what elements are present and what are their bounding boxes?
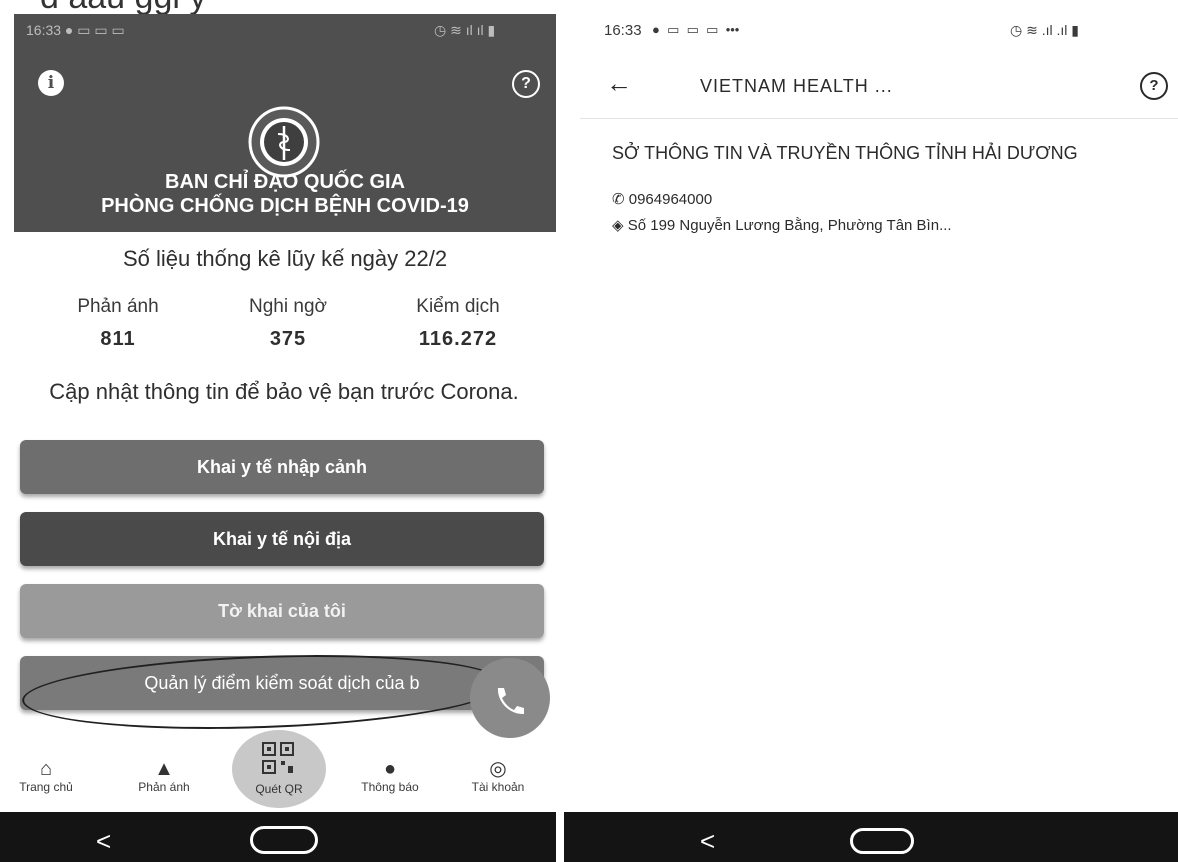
- account-icon: ◎: [489, 758, 507, 780]
- system-home-icon[interactable]: [250, 826, 318, 854]
- warning-icon: ▲: [154, 758, 174, 780]
- phone-icon: ✆: [612, 191, 625, 208]
- header-title-line1: BAN CHỈ ĐẠO QUỐC GIA: [165, 171, 405, 193]
- system-back-icon[interactable]: <: [700, 826, 715, 857]
- nav-label-home: Trang chủ: [19, 780, 73, 794]
- status-notification-icons: ● ▭ ▭ ▭ •••: [652, 22, 739, 38]
- zalo-icon: ▭: [686, 22, 699, 37]
- domestic-declaration-button[interactable]: Khai y tế nội địa: [20, 512, 544, 566]
- stats-title: Số liệu thống kê lũy kế ngày 22/2: [122, 246, 448, 271]
- nav-label-account: Tài khoản: [471, 780, 525, 794]
- chat-icon: ●: [652, 22, 660, 37]
- contact-phone: 0964964000: [628, 191, 713, 208]
- stat-value-suspected: 375: [269, 328, 307, 350]
- nav-label-notifications: Thông báo: [361, 780, 419, 794]
- back-arrow-icon[interactable]: ←: [606, 68, 632, 99]
- more-notifications: •••: [725, 22, 740, 37]
- help-icon[interactable]: ?: [1140, 72, 1168, 100]
- stat-label-suspected: Nghi ngờ: [249, 296, 327, 317]
- header-title-line2: PHÒNG CHỐNG DỊCH BỆNH COVID-19: [101, 195, 469, 217]
- status-time: 16:33: [604, 22, 642, 39]
- contact-address-row[interactable]: ◈ Số 199 Nguyễn Lương Bằng, Phường Tân B…: [612, 216, 952, 234]
- nav-item-account[interactable]: ◎ Tài khoản: [448, 758, 548, 794]
- nav-item-notifications[interactable]: ● Thông báo: [340, 758, 440, 794]
- zalo-icon: ▭: [667, 22, 680, 37]
- call-fab-button[interactable]: [470, 658, 550, 738]
- entry-declaration-button[interactable]: Khai y tế nhập cảnh: [20, 440, 544, 494]
- cropped-top-text: ɑ aáu ggi y: [0, 0, 560, 14]
- header-title: BAN CHỈ ĐẠO QUỐC GIA PHÒNG CHỐNG DỊCH BỆ…: [14, 170, 556, 218]
- scan-qr-label: Quét QR: [255, 782, 303, 796]
- page-title: VIETNAM HEALTH ...: [700, 76, 893, 96]
- location-pin-icon: ◈: [612, 217, 624, 234]
- stat-label-quarantine: Kiểm dịch: [416, 296, 500, 317]
- zalo-icon: ▭: [706, 22, 719, 37]
- stat-label-reports: Phản ánh: [77, 296, 159, 317]
- contact-phone-row[interactable]: ✆ 0964964000: [612, 190, 712, 208]
- scan-qr-button[interactable]: Quét QR: [232, 730, 326, 808]
- system-back-icon[interactable]: <: [96, 826, 111, 857]
- contact-org-name: SỞ THÔNG TIN VÀ TRUYỀN THÔNG TỈNH HẢI DƯ…: [612, 143, 1078, 163]
- contact-address: Số 199 Nguyễn Lương Bằng, Phường Tân Bìn…: [627, 217, 952, 234]
- qr-code-icon: [262, 742, 294, 774]
- nav-item-home[interactable]: ⌂ Trang chủ: [0, 758, 96, 794]
- stat-value-quarantine: 116.272: [418, 328, 498, 350]
- nav-label-report: Phản ánh: [138, 780, 190, 794]
- status-system-icons: ◷ ≋ .ıl .ıl ▮: [1010, 22, 1079, 38]
- status-bar-left: 16:33 ● ▭ ▭ ▭ ◷ ≋ ıl ıl ▮: [26, 22, 496, 38]
- update-message: Cập nhật thông tin để bảo vệ bạn trước C…: [49, 379, 519, 404]
- info-icon[interactable]: i: [38, 70, 64, 96]
- help-icon[interactable]: ?: [512, 70, 540, 98]
- ministry-emblem-icon: [248, 106, 320, 178]
- stat-value-reports: 811: [100, 328, 136, 350]
- header-divider: [580, 118, 1178, 119]
- nav-item-report[interactable]: ▲ Phản ánh: [114, 758, 214, 794]
- home-icon: ⌂: [39, 758, 53, 780]
- system-home-icon[interactable]: [850, 828, 914, 854]
- my-declarations-button[interactable]: Tờ khai của tôi: [20, 584, 544, 638]
- phone-icon: [497, 688, 524, 715]
- bell-icon: ●: [383, 758, 397, 780]
